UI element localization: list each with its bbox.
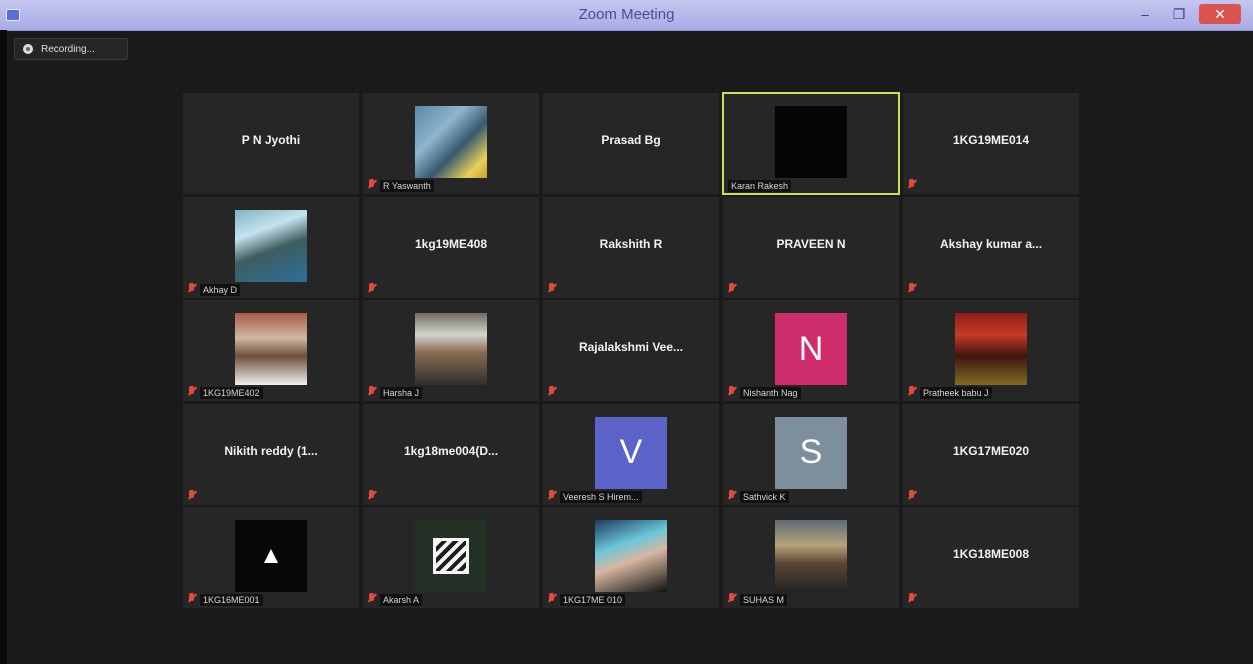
participant-video: [595, 520, 667, 592]
participant-tile[interactable]: 1KG17ME 010: [543, 507, 719, 608]
window-title: Zoom Meeting: [578, 6, 675, 23]
arrow-logo-icon: ▲: [259, 542, 283, 569]
participant-tile[interactable]: ▲ 1KG16ME001: [183, 507, 359, 608]
participant-tile[interactable]: Akhay D: [183, 196, 359, 298]
participant-tile[interactable]: Akarsh A: [363, 507, 539, 608]
participant-video: [415, 106, 487, 178]
participant-tile[interactable]: Akshay kumar a...: [903, 196, 1079, 298]
mic-muted-icon: [367, 386, 376, 397]
mic-muted-icon: [727, 489, 736, 501]
window-left-edge: [0, 30, 7, 664]
participant-name: Rakshith R: [599, 236, 663, 251]
participant-tile[interactable]: Rakshith R: [543, 196, 719, 298]
mic-muted-icon: [547, 386, 556, 397]
participant-caption: Karan Rakesh: [728, 180, 792, 192]
participant-name: PRAVEEN N: [776, 236, 846, 251]
participant-caption: 1KG19ME402: [200, 387, 263, 399]
participant-initial-avatar: N: [775, 313, 847, 385]
participant-caption: Sathvick K: [740, 490, 789, 503]
participant-caption: Akhay D: [200, 283, 241, 296]
participant-tile[interactable]: R Yaswanth: [363, 93, 539, 194]
mic-muted-icon: [907, 489, 916, 501]
participant-video: [415, 520, 487, 592]
participant-name: 1KG18ME008: [952, 547, 1030, 561]
participant-tile[interactable]: 1KG19ME402: [183, 300, 359, 401]
participant-name: 1KG19ME014: [952, 133, 1030, 147]
participant-video: [775, 106, 847, 178]
participant-video: [235, 209, 307, 282]
mic-muted-icon: [727, 386, 736, 397]
participant-name: Nikith reddy (1...: [224, 443, 318, 458]
participant-name: Akshay kumar a...: [939, 236, 1043, 251]
mic-muted-icon: [727, 593, 736, 604]
close-button[interactable]: ✕: [1199, 4, 1241, 24]
participant-video: [235, 313, 307, 385]
participant-tile[interactable]: Pratheek babu J: [903, 300, 1079, 401]
participant-tile[interactable]: 1kg18me004(D...: [363, 403, 539, 505]
participant-tile[interactable]: Rajalakshmi Vee...: [543, 300, 719, 401]
mic-muted-icon: [907, 386, 916, 397]
participant-caption: R Yaswanth: [380, 180, 434, 192]
participant-initial-avatar: V: [595, 416, 667, 489]
participant-caption: Harsha J: [380, 387, 423, 399]
recording-icon: [23, 44, 33, 54]
participant-initial-avatar: S: [775, 416, 847, 489]
mic-muted-icon: [367, 489, 376, 501]
window-controls: – ❐ ✕: [1131, 4, 1241, 24]
participant-name: Rajalakshmi Vee...: [578, 340, 684, 354]
participant-name: 1kg18me004(D...: [403, 443, 499, 458]
participant-video: [955, 313, 1027, 385]
participant-tile[interactable]: P N Jyothi: [183, 93, 359, 194]
mic-muted-icon: [367, 282, 376, 294]
participant-name: 1KG17ME020: [952, 443, 1030, 458]
participant-video: [775, 520, 847, 592]
participant-caption: Akarsh A: [380, 594, 423, 606]
mic-muted-icon: [187, 593, 196, 604]
participant-name: P N Jyothi: [241, 133, 301, 147]
participant-video: ▲: [235, 520, 307, 592]
participant-caption: 1KG16ME001: [200, 594, 263, 606]
participant-caption: 1KG17ME 010: [560, 594, 626, 606]
participant-gallery: P N Jyothi R Yaswanth Prasad Bg Karan Rakes…: [183, 92, 1080, 608]
maximize-button[interactable]: ❐: [1165, 4, 1193, 24]
mic-muted-icon: [367, 593, 376, 604]
participant-tile[interactable]: 1KG19ME014: [903, 93, 1079, 194]
participant-tile[interactable]: 1KG17ME020: [903, 403, 1079, 505]
minimize-button[interactable]: –: [1131, 4, 1159, 24]
mic-muted-icon: [907, 282, 916, 294]
mic-muted-icon: [547, 282, 556, 294]
participant-video: [415, 313, 487, 385]
participant-tile[interactable]: PRAVEEN N: [723, 196, 899, 298]
mic-muted-icon: [727, 282, 736, 294]
participant-tile[interactable]: V Veeresh S Hirem...: [543, 403, 719, 505]
participant-tile[interactable]: Harsha J: [363, 300, 539, 401]
participant-name: 1kg19ME408: [414, 236, 488, 251]
mic-muted-icon: [547, 489, 556, 501]
participant-name: Prasad Bg: [601, 133, 661, 147]
recording-indicator[interactable]: Recording...: [14, 38, 128, 60]
participant-tile[interactable]: SUHAS M: [723, 507, 899, 608]
participant-tile[interactable]: Prasad Bg: [543, 93, 719, 194]
participant-caption: SUHAS M: [740, 594, 788, 606]
recording-label: Recording...: [41, 43, 95, 55]
participant-tile[interactable]: Karan Rakesh: [722, 92, 900, 195]
participant-tile[interactable]: S Sathvick K: [723, 403, 899, 505]
participant-caption: Nishanth Nag: [740, 387, 801, 399]
participant-tile[interactable]: 1kg19ME408: [363, 196, 539, 298]
zoom-meeting-window: Zoom Meeting – ❐ ✕ Recording... P N Jyot…: [0, 0, 1253, 664]
title-bar[interactable]: Zoom Meeting – ❐ ✕: [0, 0, 1253, 31]
striped-logo-icon: [433, 538, 469, 574]
participant-tile[interactable]: Nikith reddy (1...: [183, 403, 359, 505]
participant-tile[interactable]: 1KG18ME008: [903, 507, 1079, 608]
participant-caption: Veeresh S Hirem...: [560, 490, 642, 503]
mic-muted-icon: [547, 593, 556, 604]
mic-muted-icon: [367, 179, 376, 190]
mic-muted-icon: [907, 593, 916, 604]
mic-muted-icon: [187, 386, 196, 397]
mic-muted-icon: [187, 282, 196, 294]
mic-muted-icon: [907, 179, 916, 190]
participant-tile[interactable]: N Nishanth Nag: [723, 300, 899, 401]
mic-muted-icon: [187, 489, 196, 501]
participant-caption: Pratheek babu J: [920, 387, 992, 399]
